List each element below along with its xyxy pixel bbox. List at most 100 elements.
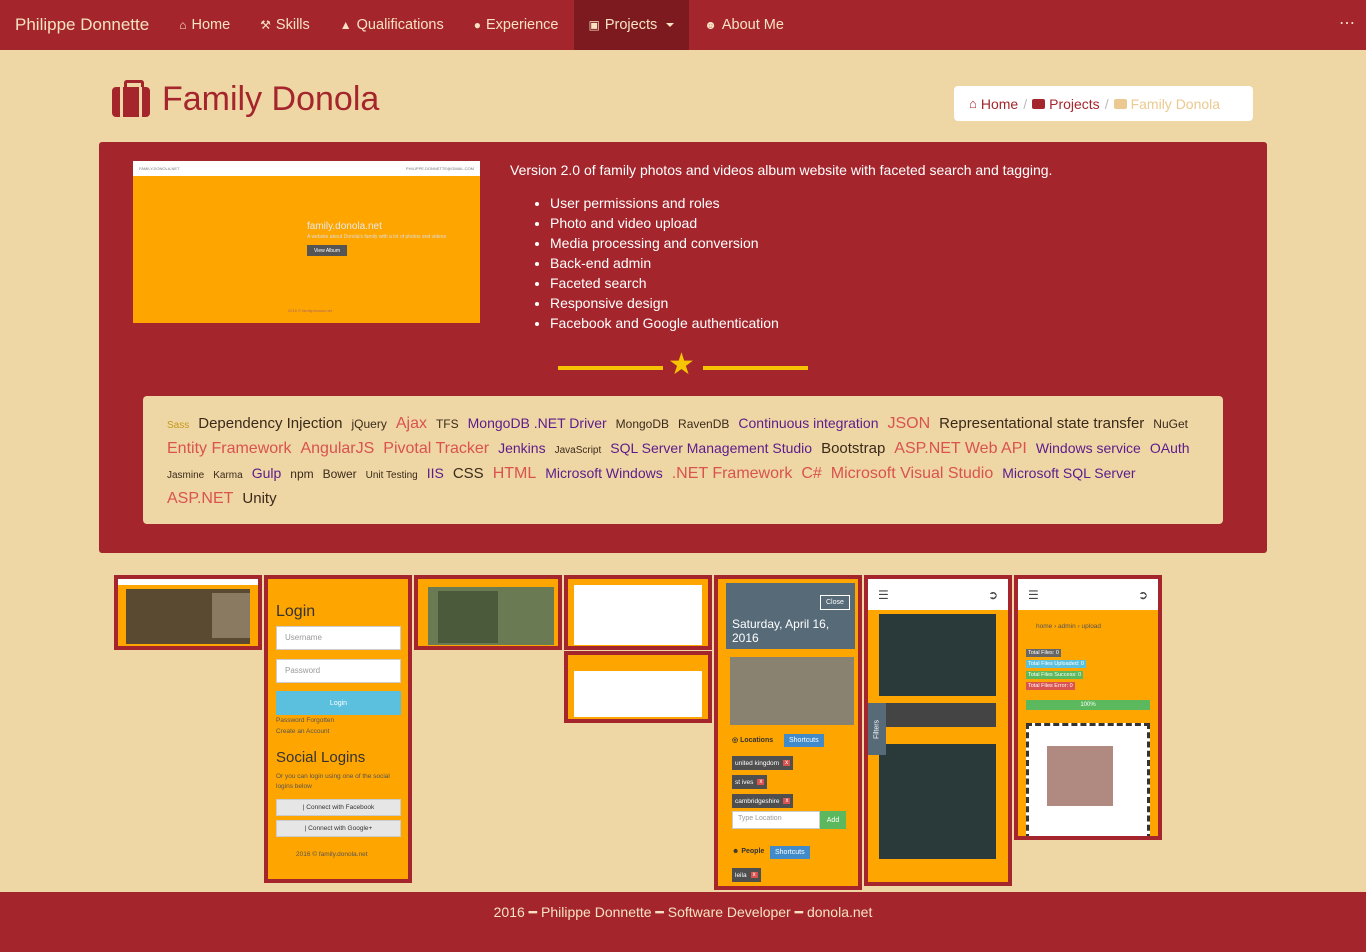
- technology-tag[interactable]: npm: [290, 463, 313, 485]
- person-chip: leila x: [732, 868, 761, 882]
- technology-tag[interactable]: C#: [801, 463, 821, 485]
- technology-tag[interactable]: Continuous integration: [738, 412, 878, 434]
- technology-tag-label: npm: [290, 467, 314, 481]
- uploaded-badge: Total Files Uploaded: 0: [1026, 660, 1086, 668]
- upload-admin-thumbnail[interactable]: ☰ ➲ home › admin › upload Total Files: 0…: [1014, 575, 1162, 840]
- progress-label: 100%: [1080, 702, 1096, 708]
- technology-tag-label: jQuery: [351, 417, 387, 431]
- people-shortcuts-button: Shortcuts: [770, 846, 810, 859]
- nav-about[interactable]: ☻ About Me: [689, 0, 799, 50]
- more-menu-icon[interactable]: ⋯: [1339, 0, 1356, 48]
- screenshot-topbar-right: PHILIPPE.DONNETTE@GMAIL.COM: [405, 166, 474, 171]
- nav-home[interactable]: ⌂ Home: [164, 0, 245, 50]
- technology-tag[interactable]: Bootstrap: [821, 438, 885, 460]
- grid-card: [574, 671, 702, 717]
- home-icon: ⌂: [969, 96, 977, 111]
- feature-item: Photo and video upload: [550, 213, 779, 233]
- technology-tag[interactable]: OAuth: [1150, 437, 1190, 459]
- album-mobile-thumbnail[interactable]: Close Saturday, April 16, 2016 ◎ Locatio…: [714, 575, 862, 890]
- gallery-thumbnail[interactable]: [114, 575, 262, 650]
- chevron-down-icon: [666, 23, 675, 27]
- technology-tag-label: Gulp: [251, 465, 282, 481]
- top-navbar: Philippe Donnette ⌂ Home ⚒ Skills ▲ Qual…: [0, 0, 1366, 50]
- technology-tag[interactable]: Entity Framework: [167, 438, 291, 460]
- locations-label-text: Locations: [740, 737, 774, 744]
- technology-tag[interactable]: RavenDB: [678, 413, 729, 435]
- nav-skills[interactable]: ⚒ Skills: [245, 0, 325, 50]
- photo-thumbnail: [879, 614, 996, 696]
- nav-qualifications[interactable]: ▲ Qualifications: [325, 0, 459, 50]
- screenshot-subtitle: A website about Donola's family with a l…: [307, 234, 447, 240]
- technology-tag[interactable]: MongoDB: [616, 413, 669, 435]
- technology-tag[interactable]: Pivotal Tracker: [383, 438, 489, 460]
- album-detail-thumbnail[interactable]: [414, 575, 562, 650]
- technology-tag[interactable]: Jasmine: [167, 465, 204, 487]
- lightbulb-icon: ●: [473, 18, 481, 32]
- technology-tag[interactable]: Windows service: [1036, 437, 1141, 459]
- footer-site-link[interactable]: donola.net: [807, 904, 872, 952]
- technology-tag[interactable]: HTML: [493, 463, 537, 485]
- technology-tag[interactable]: Jenkins: [498, 437, 545, 459]
- screenshot-topbar: FAMILY.DONOLA.NET PHILIPPE.DONNETTE@GMAI…: [133, 161, 480, 176]
- technology-tag[interactable]: .NET Framework: [672, 463, 793, 485]
- technology-tag-label: Pivotal Tracker: [383, 440, 490, 457]
- photo-thumbnail: [212, 593, 250, 638]
- technology-tag-label: Ajax: [395, 415, 427, 432]
- technology-tag[interactable]: Dependency Injection: [198, 413, 342, 435]
- technology-tag[interactable]: JavaScript: [555, 440, 602, 462]
- technology-tag[interactable]: IIS: [427, 462, 444, 484]
- feature-list: User permissions and roles Photo and vid…: [550, 193, 779, 333]
- technology-tag[interactable]: Bower: [323, 463, 357, 485]
- technology-tag[interactable]: Unity: [242, 488, 276, 510]
- upload-grid-thumbnail[interactable]: [564, 651, 712, 723]
- chip-label: st ives: [735, 778, 754, 786]
- divider-line: [703, 366, 808, 370]
- success-badge: Total Files Success: 0: [1026, 671, 1084, 679]
- technology-tag[interactable]: Ajax: [396, 413, 427, 435]
- breadcrumb-projects[interactable]: Projects: [1032, 96, 1100, 112]
- technology-tag-label: Microsoft Windows: [545, 465, 663, 481]
- project-description: Version 2.0 of family photos and videos …: [510, 162, 1053, 178]
- technology-tag[interactable]: jQuery: [352, 413, 387, 435]
- technology-tag[interactable]: ASP.NET Web API: [894, 438, 1027, 460]
- breadcrumb-current: Family Donola: [1113, 96, 1220, 112]
- technology-tag[interactable]: CSS: [453, 463, 484, 485]
- technology-tag[interactable]: AngularJS: [300, 438, 374, 460]
- technology-tag[interactable]: ASP.NET: [167, 488, 233, 510]
- technology-tag[interactable]: Microsoft Windows: [545, 462, 662, 484]
- technology-tag-label: Unity: [242, 490, 277, 507]
- nav-experience[interactable]: ● Experience: [459, 0, 574, 50]
- technology-tag[interactable]: MongoDB .NET Driver: [468, 412, 607, 434]
- login-thumbnail[interactable]: Login Username Password Login Password F…: [264, 575, 412, 883]
- technology-tag-label: TFS: [435, 417, 459, 431]
- nav-qualifications-label: Qualifications: [356, 17, 444, 33]
- technology-tag[interactable]: Gulp: [252, 462, 282, 484]
- logout-icon: ➲: [1137, 587, 1148, 602]
- breadcrumb-home[interactable]: ⌂ Home: [969, 96, 1018, 112]
- nav-projects[interactable]: ▣ Projects: [573, 0, 690, 50]
- close-button: Close: [820, 595, 850, 610]
- star-icon: ★: [668, 348, 695, 381]
- technology-tag[interactable]: SQL Server Management Studio: [610, 437, 812, 459]
- brand-link[interactable]: Philippe Donnette: [0, 0, 164, 50]
- technology-tag[interactable]: NuGet: [1153, 413, 1188, 435]
- admin-form-thumbnail[interactable]: [564, 575, 712, 650]
- chip-label: cambridgeshire: [735, 797, 780, 805]
- project-screenshot[interactable]: FAMILY.DONOLA.NET PHILIPPE.DONNETTE@GMAI…: [133, 161, 480, 323]
- briefcase-icon: [1113, 98, 1127, 109]
- nav-experience-label: Experience: [485, 17, 559, 33]
- technology-tag-label: OAuth: [1149, 440, 1190, 456]
- technology-tag-label: ASP.NET Web API: [894, 440, 1027, 457]
- technology-tag[interactable]: Karma: [213, 465, 242, 487]
- technology-tag-label: AngularJS: [300, 440, 375, 457]
- technology-tag[interactable]: Sass: [167, 415, 189, 437]
- technology-tag[interactable]: Microsoft Visual Studio: [831, 463, 993, 485]
- technology-tag[interactable]: Unit Testing: [366, 465, 418, 487]
- footer-year: 2016: [493, 904, 525, 920]
- filters-mobile-thumbnail[interactable]: ☰ ➲ Filters: [864, 575, 1012, 886]
- technology-tag[interactable]: Microsoft SQL Server: [1002, 462, 1135, 484]
- home-icon: ⌂: [179, 18, 187, 32]
- technology-tag[interactable]: TFS: [436, 413, 459, 435]
- technology-tag[interactable]: Representational state transfer: [939, 413, 1144, 435]
- technology-tag[interactable]: JSON: [888, 413, 931, 435]
